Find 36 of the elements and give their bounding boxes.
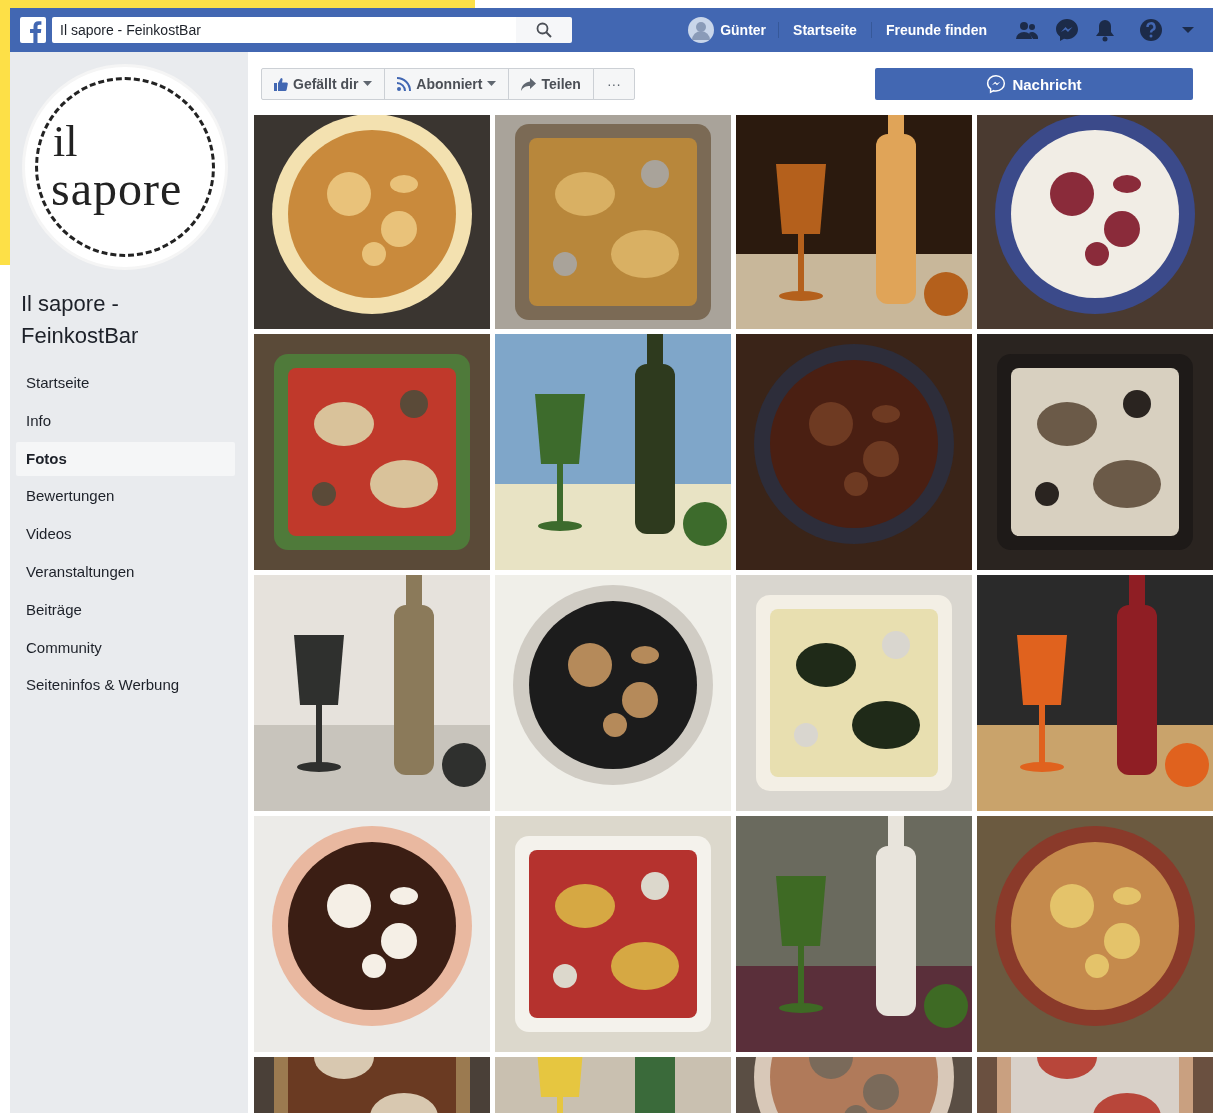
caret-icon[interactable] bbox=[1181, 25, 1195, 35]
sidebar-item[interactable]: Fotos bbox=[16, 441, 235, 476]
nav-link[interactable]: Startseite bbox=[778, 22, 871, 38]
sidebar-item[interactable]: Startseite bbox=[16, 366, 235, 400]
sidebar-item[interactable]: Info bbox=[16, 403, 235, 438]
share-button[interactable]: Teilen bbox=[508, 68, 594, 100]
search-icon bbox=[536, 22, 552, 38]
follow-button[interactable]: Abonniert bbox=[384, 68, 510, 100]
sidebar-item[interactable]: Beiträge bbox=[16, 592, 235, 627]
sidebar-item[interactable]: Community bbox=[16, 630, 235, 665]
help-icon[interactable] bbox=[1139, 18, 1163, 42]
sidebar-item[interactable]: Videos bbox=[16, 517, 235, 552]
nav-link[interactable]: Freunde finden bbox=[870, 22, 1001, 38]
share-arrow-icon bbox=[521, 77, 537, 91]
messenger-icon[interactable] bbox=[1055, 18, 1079, 42]
logo-text: il bbox=[53, 120, 79, 164]
caret-icon bbox=[487, 81, 497, 87]
avatar bbox=[688, 17, 715, 43]
logo-text: sapore bbox=[51, 164, 184, 214]
message-button[interactable]: Nachricht bbox=[875, 68, 1193, 100]
sidebar-item[interactable]: Veranstaltungen bbox=[16, 555, 235, 589]
search-field[interactable]: Il sapore - FeinkostBar bbox=[52, 17, 516, 43]
sidebar-item[interactable]: Bewertungen bbox=[16, 479, 235, 514]
bell-icon[interactable] bbox=[1095, 18, 1115, 42]
facebook-logo[interactable] bbox=[20, 17, 46, 43]
friends-icon[interactable] bbox=[1015, 20, 1039, 40]
caret-icon bbox=[363, 81, 373, 87]
page-name: Il sapore - FeinkostBar bbox=[21, 290, 140, 350]
more-button[interactable]: ··· bbox=[592, 68, 635, 100]
search-button[interactable] bbox=[516, 17, 572, 43]
thumbs-up-icon bbox=[274, 77, 288, 91]
profile-link[interactable]: Günter bbox=[676, 17, 779, 43]
sidebar-item[interactable]: Seiteninfos & Werbung bbox=[16, 668, 235, 703]
rss-icon bbox=[397, 77, 412, 91]
messenger-icon bbox=[986, 74, 1007, 94]
like-button[interactable]: Gefällt dir bbox=[261, 68, 386, 100]
